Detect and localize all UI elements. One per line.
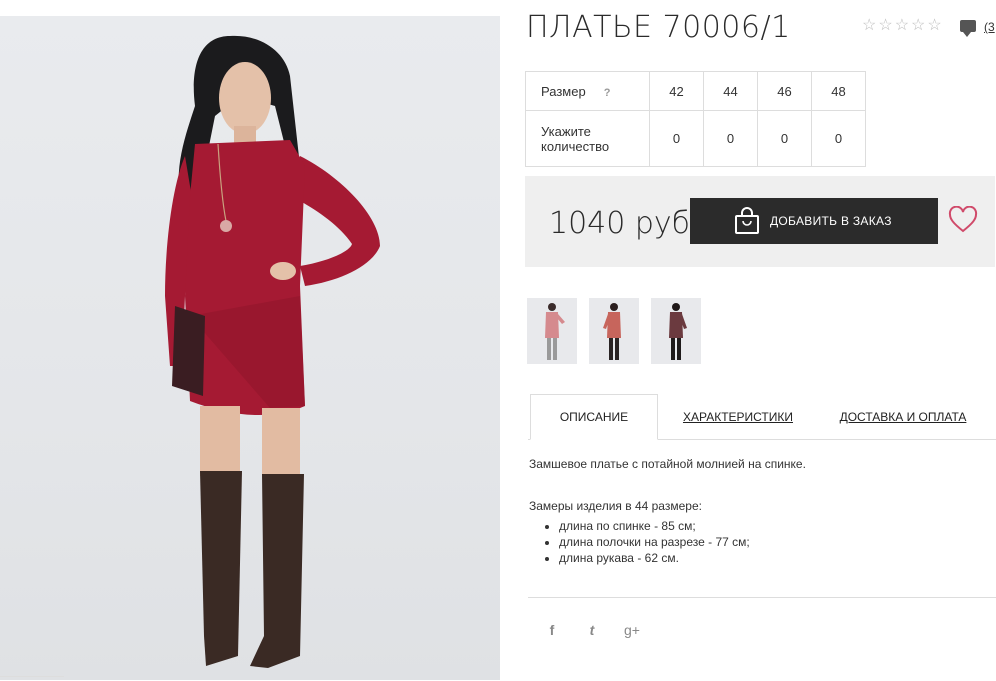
size-quantity-table: Размер? 42 44 46 48 Укажите количество 0… (525, 71, 866, 167)
heart-icon[interactable] (948, 206, 978, 234)
thumbnail-image (669, 303, 687, 360)
product-tabs: ОПИСАНИЕ ХАРАКТЕРИСТИКИ ДОСТАВКА И ОПЛАТ… (528, 394, 996, 440)
comment-icon[interactable] (960, 20, 976, 37)
buy-box: 1040 руб ДОБАВИТЬ В ЗАКАЗ (525, 176, 995, 267)
description-panel: Замшевое платье с потайной молнией на сп… (529, 457, 989, 566)
shopping-bag-icon (735, 207, 759, 234)
quantity-input-46[interactable]: 0 (757, 110, 812, 167)
add-to-order-label: ДОБАВИТЬ В ЗАКАЗ (770, 214, 892, 228)
model-photo-illustration (165, 35, 380, 668)
social-share: f t g+ (542, 622, 642, 638)
product-main-photo[interactable] (0, 16, 500, 680)
scrollbar-corner (0, 676, 64, 681)
star-icon[interactable]: ☆ (895, 18, 909, 34)
star-icon[interactable]: ☆ (911, 18, 925, 34)
list-item: длина полочки на разрезе - 77 см; (559, 534, 989, 550)
list-item: длина рукава - 62 см. (559, 550, 989, 566)
facebook-icon[interactable]: f (542, 622, 562, 638)
measures-list: длина по спинке - 85 см; длина полочки н… (529, 518, 989, 566)
product-title: ПЛАТЬЕ 70006/1 (526, 10, 791, 45)
size-44: 44 (703, 71, 758, 111)
thumbnail-1[interactable] (527, 298, 577, 364)
size-46: 46 (757, 71, 812, 111)
twitter-icon[interactable]: t (582, 622, 602, 638)
quantity-input-42[interactable]: 0 (649, 110, 704, 167)
measures-title: Замеры изделия в 44 размере: (529, 499, 702, 513)
tab-description[interactable]: ОПИСАНИЕ (530, 394, 658, 440)
tab-characteristics[interactable]: ХАРАКТЕРИСТИКИ (673, 394, 803, 439)
size-label-cell: Размер? (525, 71, 650, 111)
add-to-order-button[interactable]: ДОБАВИТЬ В ЗАКАЗ (690, 198, 938, 244)
quantity-label: Укажите количество (525, 110, 650, 167)
thumbnail-image (603, 303, 621, 360)
thumbnail-image (545, 303, 565, 360)
rating-stars[interactable]: ☆ ☆ ☆ ☆ ☆ (862, 18, 942, 34)
star-icon[interactable]: ☆ (862, 18, 876, 34)
quantity-input-44[interactable]: 0 (703, 110, 758, 167)
thumbnail-3[interactable] (651, 298, 701, 364)
list-item: длина по спинке - 85 см; (559, 518, 989, 534)
star-icon[interactable]: ☆ (878, 18, 892, 34)
size-48: 48 (811, 71, 866, 111)
thumbnail-gallery (527, 298, 701, 364)
tab-delivery-payment[interactable]: ДОСТАВКА И ОПЛАТА (833, 394, 973, 439)
size-label: Размер (541, 83, 586, 99)
description-intro: Замшевое платье с потайной молнией на сп… (529, 457, 806, 471)
google-plus-icon[interactable]: g+ (622, 622, 642, 638)
star-icon[interactable]: ☆ (927, 18, 941, 34)
size-row: Размер? 42 44 46 48 (525, 71, 866, 111)
thumbnail-2[interactable] (589, 298, 639, 364)
quantity-input-48[interactable]: 0 (811, 110, 866, 167)
comments-count-link[interactable]: (3 (984, 20, 995, 34)
help-icon[interactable]: ? (604, 87, 611, 99)
product-price: 1040 руб (549, 206, 691, 241)
quantity-row: Укажите количество 0 0 0 0 (525, 110, 866, 167)
divider (528, 597, 996, 598)
size-42: 42 (649, 71, 704, 111)
